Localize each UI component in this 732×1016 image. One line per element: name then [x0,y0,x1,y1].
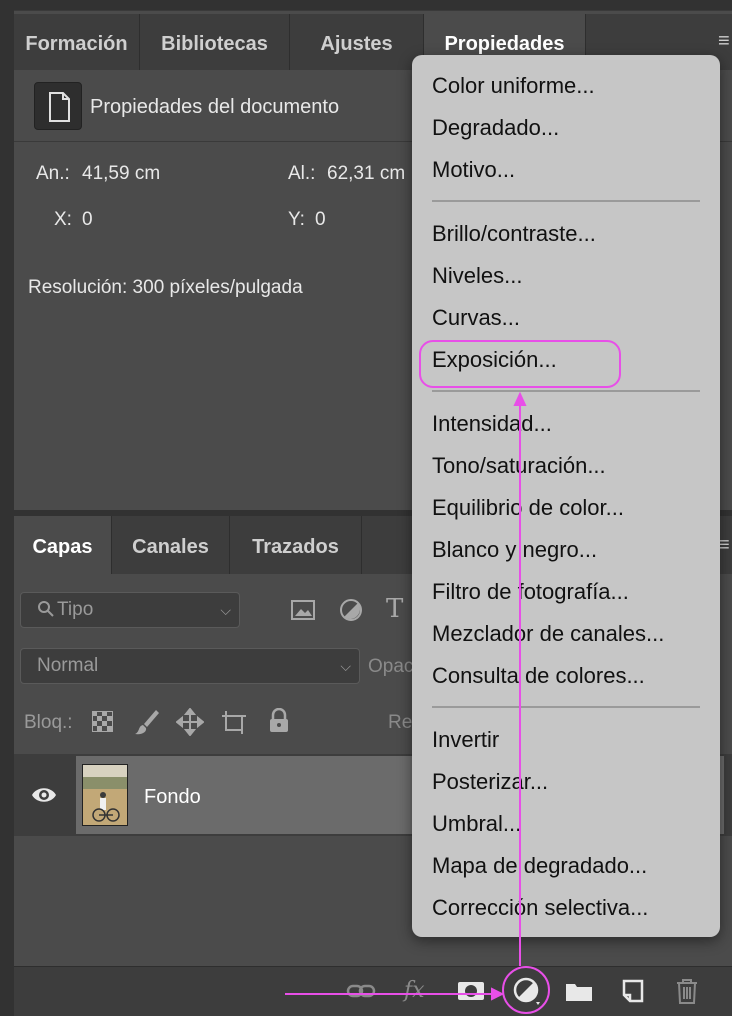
blend-mode-value: Normal [37,655,99,676]
menu-item-equilibrio-color[interactable]: Equilibrio de color... [432,495,624,521]
menu-item-mezclador-canales[interactable]: Mezclador de canales... [432,621,664,647]
eye-icon[interactable] [30,784,58,806]
menu-item-niveles[interactable]: Niveles... [432,263,522,289]
move-icon[interactable] [175,707,205,737]
highlight-exposicion [419,340,621,388]
blend-mode-select[interactable]: Normal ⌵ [20,648,360,684]
link-icon[interactable] [346,976,376,1006]
chevron-down-icon: ⌵ [340,658,351,674]
tab-formacion[interactable]: Formación [14,14,140,70]
lock-icon[interactable] [268,707,290,734]
menu-item-correccion-selectiva[interactable]: Corrección selectiva... [432,895,648,921]
menu-item-brillo-contraste[interactable]: Brillo/contraste... [432,221,596,247]
trash-icon[interactable] [672,976,702,1006]
x-value[interactable]: 0 [82,209,93,231]
highlight-adjustment-button [502,966,550,1014]
resolution-text: Resolución: 300 píxeles/pulgada [28,277,303,298]
fx-icon[interactable]: fx [404,976,434,1006]
artboard-icon[interactable] [220,708,248,736]
menu-item-blanco-negro[interactable]: Blanco y negro... [432,537,597,563]
menu-item-curvas[interactable]: Curvas... [432,305,520,331]
menu-item-posterizar[interactable]: Posterizar... [432,769,548,795]
height-label: Al.: [288,163,316,184]
tab-canales[interactable]: Canales [112,516,230,574]
y-label: Y: [288,209,305,230]
document-properties-label: Propiedades del documento [90,96,340,118]
tab-ajustes[interactable]: Ajustes [290,14,424,70]
tab-bibliotecas[interactable]: Bibliotecas [140,14,290,70]
new-layer-icon[interactable] [618,976,648,1006]
checkerboard-icon[interactable] [92,711,114,733]
menu-item-invertir[interactable]: Invertir [432,727,499,753]
menu-item-color-uniforme[interactable]: Color uniforme... [432,73,595,99]
image-filter-icon[interactable] [290,598,316,622]
y-value[interactable]: 0 [315,209,326,231]
layer-thumbnail [82,764,128,826]
menu-item-tono-saturacion[interactable]: Tono/saturación... [432,453,606,479]
menu-item-filtro-fotografia[interactable]: Filtro de fotografía... [432,579,629,605]
menu-item-degradado[interactable]: Degradado... [432,115,559,141]
document-icon [34,82,82,130]
fill-label: Re [388,712,413,733]
text-filter-icon[interactable]: T [386,594,403,624]
menu-item-consulta-colores[interactable]: Consulta de colores... [432,663,645,689]
menu-item-motivo[interactable]: Motivo... [432,157,515,183]
menu-separator [432,706,700,708]
filter-type-label: Tipo [57,599,94,620]
height-value[interactable]: 62,31 cm [327,163,405,185]
tab-trazados[interactable]: Trazados [230,516,362,574]
hamburger-icon[interactable]: ≡ [718,30,730,53]
menu-item-intensidad[interactable]: Intensidad... [432,411,552,437]
width-value[interactable]: 41,59 cm [82,163,160,185]
layer-filter-select[interactable]: Tipo ⌵ [20,592,240,628]
menu-item-mapa-degradado[interactable]: Mapa de degradado... [432,853,647,879]
chevron-down-icon: ⌵ [220,602,231,618]
layer-name: Fondo [144,786,201,808]
menu-separator [432,200,700,202]
lock-label: Bloq.: [24,712,73,733]
mask-icon[interactable] [456,976,486,1006]
width-label: An.: [36,163,70,184]
opacity-label: Opac [368,656,414,677]
folder-icon[interactable] [564,976,594,1006]
menu-separator [432,390,700,392]
x-label: X: [54,209,72,230]
search-icon [37,593,57,627]
adjustment-filter-icon[interactable] [338,597,364,623]
brush-icon[interactable] [134,708,160,736]
adjustment-layer-menu: Color uniforme... Degradado... Motivo...… [412,55,720,937]
menu-item-umbral[interactable]: Umbral... [432,811,521,837]
tab-capas[interactable]: Capas [14,516,112,574]
